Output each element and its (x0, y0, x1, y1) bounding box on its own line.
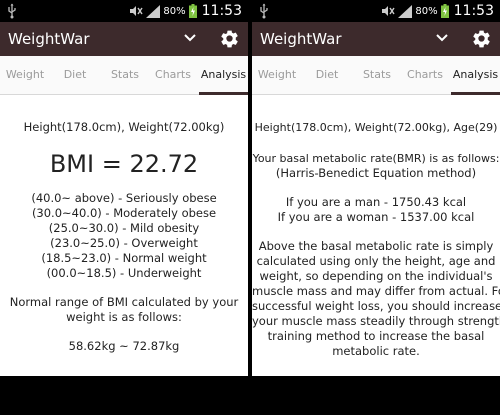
bmr-intro-line: (Harris-Benedict Equation method) (275, 166, 477, 180)
battery-charging-icon (188, 4, 197, 18)
status-bar: 80% 11:53 (0, 0, 248, 22)
chevron-down-icon[interactable] (184, 34, 196, 42)
usb-icon (260, 3, 268, 19)
measurements-text: Height(178.0cm), Weight(72.00kg) (23, 120, 225, 134)
normal-range-value: 58.62kg ~ 72.87kg (68, 339, 180, 353)
app-bar: WeightWar (0, 22, 248, 56)
usb-icon (8, 3, 16, 19)
chevron-down-icon[interactable] (436, 34, 448, 42)
tab-diet[interactable]: Diet (50, 56, 100, 94)
normal-range-line: weight is as follows: (66, 310, 182, 324)
tab-bar: Weight Diet Stats Charts Analysis (252, 56, 500, 95)
bmi-category-item: (25.0~30.0) - Mild obesity (48, 221, 200, 235)
measurements-text: Height(178.0cm), Weight(72.00kg), Age(29… (254, 121, 498, 134)
normal-range-description: Normal range of BMI calculated by your w… (0, 295, 248, 325)
explanation-line: Above the basal metabolic rate is simply (258, 239, 494, 253)
app-title: WeightWar (260, 30, 342, 48)
bmr-analysis: Height(178.0cm), Weight(72.00kg), Age(29… (252, 95, 500, 359)
explanation-line: calculated using only the height, age an… (256, 254, 496, 268)
signal-icon (398, 4, 413, 18)
tab-charts[interactable]: Charts (148, 56, 198, 94)
mute-icon (130, 6, 143, 16)
tab-stats[interactable]: Stats (352, 56, 402, 94)
bmi-value: BMI = 22.72 (49, 150, 199, 178)
gear-icon[interactable] (219, 28, 240, 49)
tab-weight[interactable]: Weight (0, 56, 50, 94)
clock: 11:53 (453, 3, 494, 19)
bmi-categories: (40.0~ above) - Seriously obese (30.0~40… (0, 191, 248, 281)
bmr-intro: Your basal metabolic rate(BMR) is as fol… (252, 151, 500, 181)
screen-bmi: 80% 11:53 WeightWar Weight Diet Stats Ch… (0, 0, 248, 376)
tab-weight[interactable]: Weight (252, 56, 302, 94)
battery-percent: 80% (415, 5, 438, 17)
bmr-woman: If you are a woman - 1537.00 kcal (277, 210, 475, 224)
tab-charts[interactable]: Charts (400, 56, 450, 94)
tab-stats[interactable]: Stats (100, 56, 150, 94)
bmi-category-item: (30.0~40.0) - Moderately obese (31, 206, 217, 220)
tab-analysis[interactable]: Analysis (199, 56, 248, 94)
mute-icon (382, 6, 395, 16)
gear-icon[interactable] (471, 28, 492, 49)
bmi-category-item: (00.0~18.5) - Underweight (46, 266, 202, 280)
screen-bmr: 80% 11:53 WeightWar Weight Diet Stats Ch… (252, 0, 500, 376)
signal-icon (146, 4, 161, 18)
battery-percent: 80% (163, 5, 186, 17)
tab-analysis[interactable]: Analysis (451, 56, 500, 94)
app-bar: WeightWar (252, 22, 500, 56)
explanation-line: successful weight loss, you should incre… (252, 299, 500, 313)
tab-bar: Weight Diet Stats Charts Analysis (0, 56, 248, 95)
bmr-intro-line: Your basal metabolic rate(BMR) is as fol… (252, 152, 500, 165)
bmi-category-item: (18.5~23.0) - Normal weight (41, 251, 207, 265)
clock: 11:53 (201, 3, 242, 19)
explanation-line: muscle mass and may differ from actual. … (252, 284, 500, 298)
status-bar: 80% 11:53 (252, 0, 500, 22)
normal-range-line: Normal range of BMI calculated by your (9, 295, 239, 309)
tab-diet[interactable]: Diet (302, 56, 352, 94)
battery-charging-icon (440, 4, 449, 18)
app-title: WeightWar (8, 30, 90, 48)
bmi-analysis: Height(178.0cm), Weight(72.00kg) BMI = 2… (0, 95, 248, 354)
bmr-explanation: Above the basal metabolic rate is simply… (252, 239, 500, 359)
bmr-man: If you are a man - 1750.43 kcal (285, 195, 467, 209)
explanation-line: your muscle mass steadily through streng… (252, 314, 500, 328)
bmi-category-item: (40.0~ above) - Seriously obese (31, 191, 217, 205)
explanation-line: metabolic rate. (332, 344, 420, 358)
bmr-results: If you are a man - 1750.43 kcal If you a… (252, 195, 500, 225)
explanation-line: training method to increase the basal (267, 329, 485, 343)
bmi-category-item: (23.0~25.0) - Overweight (50, 236, 198, 250)
explanation-line: weight, so depending on the individual's (259, 269, 493, 283)
